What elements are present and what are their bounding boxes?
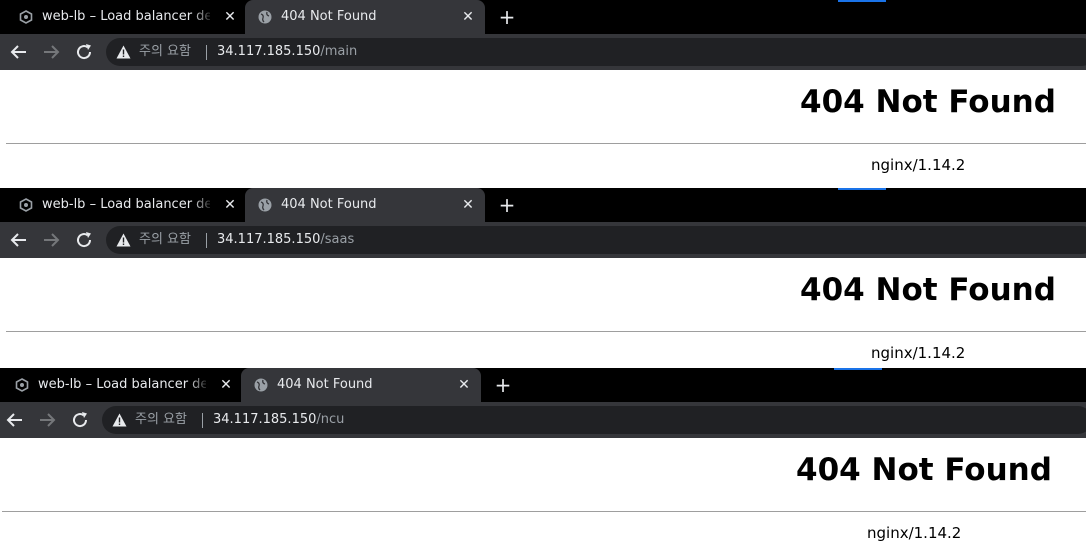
close-tab-icon[interactable]: ✕	[455, 376, 473, 394]
back-icon[interactable]	[8, 229, 30, 251]
divider-rule	[6, 331, 1086, 332]
globe-icon	[258, 198, 272, 212]
tab-title: web-lb – Load balancer details – Network	[42, 9, 210, 24]
url-text: 34.117.185.150/main	[217, 43, 357, 61]
page-heading: 404 Not Found	[796, 452, 1052, 488]
accent-strip	[838, 188, 886, 190]
warning-icon[interactable]	[112, 413, 127, 427]
accent-strip	[838, 0, 886, 2]
security-label[interactable]: 주의 요함	[135, 411, 187, 429]
url-path: /main	[320, 44, 358, 59]
cloud-console-icon	[19, 10, 33, 24]
tab-404[interactable]: 404 Not Found ✕	[241, 368, 481, 402]
toolbar: 주의 요함 34.117.185.150/saas	[0, 222, 1086, 258]
close-tab-icon[interactable]: ✕	[459, 8, 477, 26]
tab-404[interactable]: 404 Not Found ✕	[245, 0, 485, 34]
tab-404[interactable]: 404 Not Found ✕	[245, 188, 485, 222]
url-path: /saas	[320, 232, 355, 247]
tab-strip: web-lb – Load balancer details – Network…	[0, 368, 1086, 402]
forward-icon[interactable]	[40, 41, 62, 63]
tab-load-balancer[interactable]: web-lb – Load balancer details – Network…	[6, 188, 244, 222]
tab-load-balancer[interactable]: web-lb – Load balancer details – Network…	[6, 0, 244, 34]
warning-icon[interactable]	[116, 45, 131, 59]
back-icon[interactable]	[4, 409, 26, 431]
tab-load-balancer[interactable]: web-lb – Load balancer details – Network…	[2, 368, 240, 402]
page-content: 404 Not Found nginx/1.14.2	[0, 438, 1086, 559]
cloud-console-icon	[15, 378, 29, 392]
address-bar[interactable]: 주의 요함 34.117.185.150/main	[106, 38, 1086, 66]
divider	[206, 45, 207, 60]
close-tab-icon[interactable]: ✕	[221, 196, 239, 214]
tab-title: 404 Not Found	[281, 197, 377, 212]
url-host: 34.117.185.150	[213, 412, 317, 427]
warning-icon[interactable]	[116, 233, 131, 247]
reload-icon[interactable]	[73, 229, 95, 251]
url-path: /ncu	[316, 412, 345, 427]
divider	[202, 413, 203, 428]
browser-window-1: web-lb – Load balancer details – Network…	[0, 0, 1086, 188]
server-signature: nginx/1.14.2	[871, 156, 966, 174]
page-heading: 404 Not Found	[800, 84, 1056, 120]
back-icon[interactable]	[8, 41, 30, 63]
browser-window-2: web-lb – Load balancer details – Network…	[0, 188, 1086, 368]
tab-title-fade	[192, 194, 214, 216]
url-host: 34.117.185.150	[217, 232, 321, 247]
divider-rule	[2, 511, 1086, 512]
tab-title: web-lb – Load balancer details – Network	[42, 197, 210, 212]
server-signature: nginx/1.14.2	[871, 344, 966, 362]
url-text: 34.117.185.150/ncu	[213, 411, 344, 429]
divider	[206, 233, 207, 248]
divider-rule	[6, 143, 1086, 144]
cloud-console-icon	[19, 198, 33, 212]
globe-icon	[254, 378, 268, 392]
toolbar: 주의 요함 34.117.185.150/main	[0, 34, 1086, 70]
security-label[interactable]: 주의 요함	[139, 231, 191, 249]
server-signature: nginx/1.14.2	[867, 524, 962, 542]
reload-icon[interactable]	[69, 409, 91, 431]
accent-strip	[834, 368, 882, 370]
close-tab-icon[interactable]: ✕	[221, 8, 239, 26]
tab-title: 404 Not Found	[281, 9, 377, 24]
forward-icon[interactable]	[40, 229, 62, 251]
close-tab-icon[interactable]: ✕	[459, 196, 477, 214]
toolbar: 주의 요함 34.117.185.150/ncu	[0, 402, 1086, 438]
tab-title: web-lb – Load balancer details – Network	[38, 377, 206, 392]
reload-icon[interactable]	[73, 41, 95, 63]
tab-title-fade	[192, 6, 214, 28]
tab-strip: web-lb – Load balancer details – Network…	[0, 0, 1086, 34]
close-tab-icon[interactable]: ✕	[217, 376, 235, 394]
new-tab-icon[interactable]: +	[497, 195, 517, 215]
security-label[interactable]: 주의 요함	[139, 43, 191, 61]
new-tab-icon[interactable]: +	[493, 375, 513, 395]
page-content: 404 Not Found nginx/1.14.2	[0, 258, 1086, 368]
address-bar[interactable]: 주의 요함 34.117.185.150/ncu	[102, 406, 1086, 434]
page-heading: 404 Not Found	[800, 272, 1056, 308]
url-host: 34.117.185.150	[217, 44, 321, 59]
tab-title: 404 Not Found	[277, 377, 373, 392]
url-text: 34.117.185.150/saas	[217, 231, 354, 249]
new-tab-icon[interactable]: +	[497, 7, 517, 27]
page-content: 404 Not Found nginx/1.14.2	[0, 70, 1086, 188]
browser-window-3: web-lb – Load balancer details – Network…	[0, 368, 1086, 559]
forward-icon[interactable]	[36, 409, 58, 431]
tab-strip: web-lb – Load balancer details – Network…	[0, 188, 1086, 222]
address-bar[interactable]: 주의 요함 34.117.185.150/saas	[106, 226, 1086, 254]
tab-title-fade	[188, 374, 210, 396]
globe-icon	[258, 10, 272, 24]
